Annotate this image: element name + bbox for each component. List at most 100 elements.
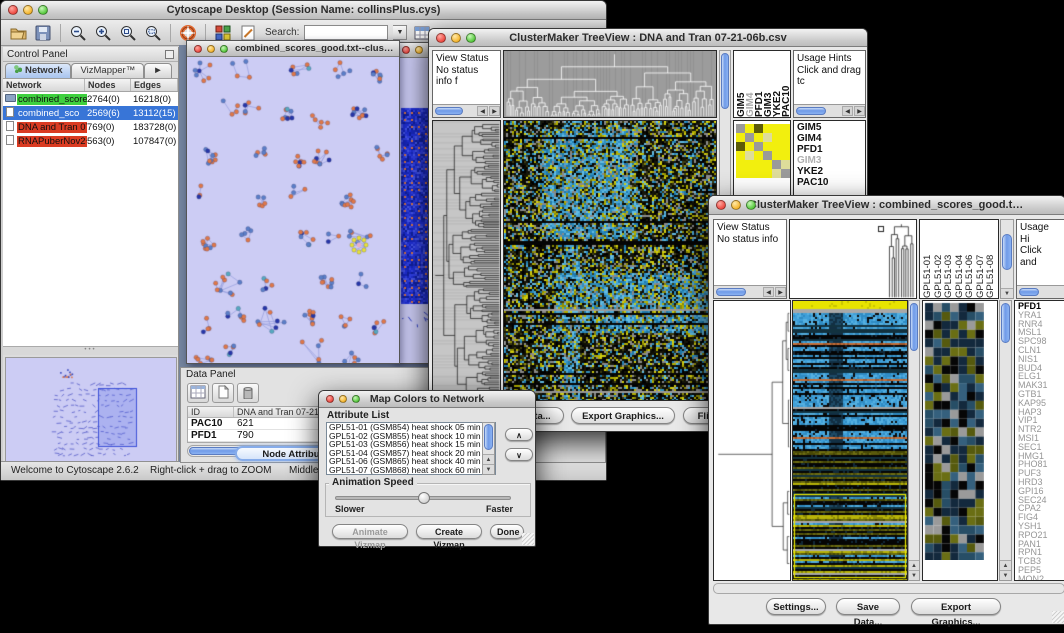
resize-grip[interactable] [1052, 611, 1064, 623]
move-up-button[interactable]: ∧ [505, 428, 533, 441]
scrollbar-thumb[interactable] [435, 107, 463, 115]
export-graphics-button[interactable]: Export Graphics... [571, 407, 675, 424]
scroll-down-arrow[interactable]: ▼ [909, 570, 919, 580]
network-view-canvas[interactable] [187, 57, 399, 363]
minimize-button[interactable] [415, 46, 423, 54]
column-label[interactable]: GPL51-01 (GSM854) [922, 220, 933, 298]
usage-hscrollbar[interactable]: ◀▶ [794, 104, 865, 117]
gene-label[interactable]: MON2 [1018, 575, 1064, 581]
select-attributes-button[interactable] [187, 383, 209, 403]
create-attribute-button[interactable] [212, 383, 234, 403]
scroll-up-arrow[interactable]: ▲ [909, 560, 919, 570]
zoom-window-button[interactable] [746, 200, 756, 210]
scrollbar-thumb[interactable] [721, 53, 729, 109]
scrollbar-thumb[interactable] [484, 424, 493, 450]
scrollbar-thumb[interactable] [1001, 303, 1010, 343]
scrollbar-thumb[interactable] [910, 303, 918, 351]
zoom-window-button[interactable] [466, 33, 476, 43]
heatmap-vscrollbar[interactable]: ▲ ▼ [908, 300, 920, 581]
scrollbar-thumb[interactable] [1019, 288, 1039, 296]
attribute-list-vscrollbar[interactable]: ▲ ▼ [482, 422, 495, 475]
gene-label[interactable]: PAC10 [797, 177, 865, 188]
col-nodes[interactable]: Nodes [85, 79, 131, 91]
scrollbar-thumb[interactable] [796, 107, 826, 115]
minimize-button[interactable] [451, 33, 461, 43]
settings-button[interactable]: Settings... [766, 598, 826, 615]
minimize-button[interactable] [23, 5, 33, 15]
gene-label[interactable]: YKE2 [797, 166, 865, 177]
animate-vizmap-button[interactable]: Animate Vizmap [332, 524, 408, 539]
column-label[interactable]: GPL51-07 (GSM868) [975, 220, 986, 298]
network-row[interactable]: combined_scores 2764(0) 16218(0) [3, 92, 178, 106]
scroll-up-arrow[interactable]: ▲ [483, 454, 494, 464]
scroll-left-arrow[interactable]: ◀ [477, 106, 488, 116]
column-label[interactable]: GIM5 [736, 51, 745, 117]
scrollbar-thumb[interactable] [1002, 234, 1012, 270]
zoom-window-button[interactable] [220, 45, 228, 53]
attribute-item[interactable]: GPL51-07 (GSM868) heat shock 60 min [329, 466, 495, 475]
dialog-titlebar[interactable]: Map Colors to Network [319, 391, 535, 408]
zoom-vscrollbar[interactable]: ▲ ▼ [999, 300, 1012, 581]
column-label[interactable]: PFD1 [754, 51, 763, 117]
column-label[interactable]: GPL51-06 (GSM865) [964, 220, 975, 298]
gene-label[interactable]: GIM5 [797, 122, 865, 133]
network-row[interactable]: RNAPuberNov2+! 563(0) 107847(0) [3, 134, 178, 148]
scroll-left-arrow[interactable]: ◀ [763, 287, 774, 297]
tab-overflow[interactable]: ► [144, 63, 171, 78]
scrollbar-thumb[interactable] [716, 288, 746, 296]
treeview2-titlebar[interactable]: ClusterMaker TreeView : combined_scores_… [709, 196, 1064, 215]
col-id[interactable]: ID [188, 407, 234, 417]
zoom-in-button[interactable] [93, 23, 113, 43]
similarity-matrix[interactable] [736, 124, 790, 178]
column-dendrogram-canvas[interactable] [503, 50, 717, 118]
column-label[interactable]: GPL51-04 (GSM857) [954, 220, 965, 298]
zoom-window-button[interactable] [38, 5, 48, 15]
scroll-right-arrow[interactable]: ▶ [489, 106, 500, 116]
gene-label[interactable]: PFD1 [797, 144, 865, 155]
minimize-button[interactable] [207, 45, 215, 53]
row-dendrogram-canvas[interactable] [713, 300, 791, 581]
close-button[interactable] [326, 395, 334, 403]
export-graphics-button[interactable]: Export Graphics... [911, 598, 1001, 615]
network-overview-canvas[interactable] [5, 357, 177, 462]
open-session-button[interactable] [8, 23, 28, 43]
minimize-button[interactable] [339, 395, 347, 403]
attribute-list[interactable]: GPL51-01 (GSM854) heat shock 05 minGPL51… [326, 422, 496, 475]
close-button[interactable] [436, 33, 446, 43]
column-label[interactable]: PAC10 [781, 51, 790, 117]
zoom-selected-button[interactable] [118, 23, 138, 43]
column-label[interactable]: GPL51-03 (GSM856) [943, 220, 954, 298]
usage-hscrollbar[interactable] [1017, 285, 1064, 298]
move-down-button[interactable]: ∨ [505, 448, 533, 461]
network-row[interactable]: DNA and Tran 07 769(0) 183728(0) [3, 120, 178, 134]
scroll-left-arrow[interactable]: ◀ [842, 106, 853, 116]
scroll-down-arrow[interactable]: ▼ [1001, 288, 1013, 298]
close-button[interactable] [8, 5, 18, 15]
create-vizmap-button[interactable]: Create Vizmap [416, 524, 482, 539]
scroll-right-arrow[interactable]: ▶ [775, 287, 786, 297]
done-button[interactable]: Done [490, 524, 524, 539]
scroll-down-arrow[interactable]: ▼ [483, 464, 494, 474]
heatmap-canvas[interactable] [792, 300, 908, 581]
treeview1-titlebar[interactable]: ClusterMaker TreeView : DNA and Tran 07-… [429, 29, 867, 47]
network-row[interactable]: combined_sco 2569(6) 13112(15) [3, 106, 178, 120]
scroll-up-arrow[interactable]: ▲ [1000, 560, 1011, 570]
col-edges[interactable]: Edges [131, 79, 178, 91]
animation-speed-slider[interactable] [335, 496, 511, 500]
delete-attribute-button[interactable] [237, 383, 259, 403]
search-dropdown-button[interactable]: ▼ [393, 25, 407, 40]
resize-grip[interactable] [522, 533, 534, 545]
search-input[interactable] [304, 25, 388, 40]
gene-label[interactable]: GIM4 [797, 133, 865, 144]
scroll-down-arrow[interactable]: ▼ [1000, 570, 1011, 580]
float-panel-icon[interactable] [165, 50, 174, 59]
panel-divider-handle[interactable]: ••• [3, 347, 178, 355]
minimize-button[interactable] [731, 200, 741, 210]
main-titlebar[interactable]: Cytoscape Desktop (Session Name: collins… [1, 1, 606, 20]
row-dendrogram-canvas[interactable] [432, 120, 501, 401]
tab-network[interactable]: Network [5, 63, 71, 78]
treeview2-hscrollbar[interactable] [713, 583, 1064, 594]
column-label[interactable]: GIM3 [763, 51, 772, 117]
zoom-fit-button[interactable] [143, 23, 163, 43]
column-dendrogram-canvas[interactable] [789, 219, 917, 299]
